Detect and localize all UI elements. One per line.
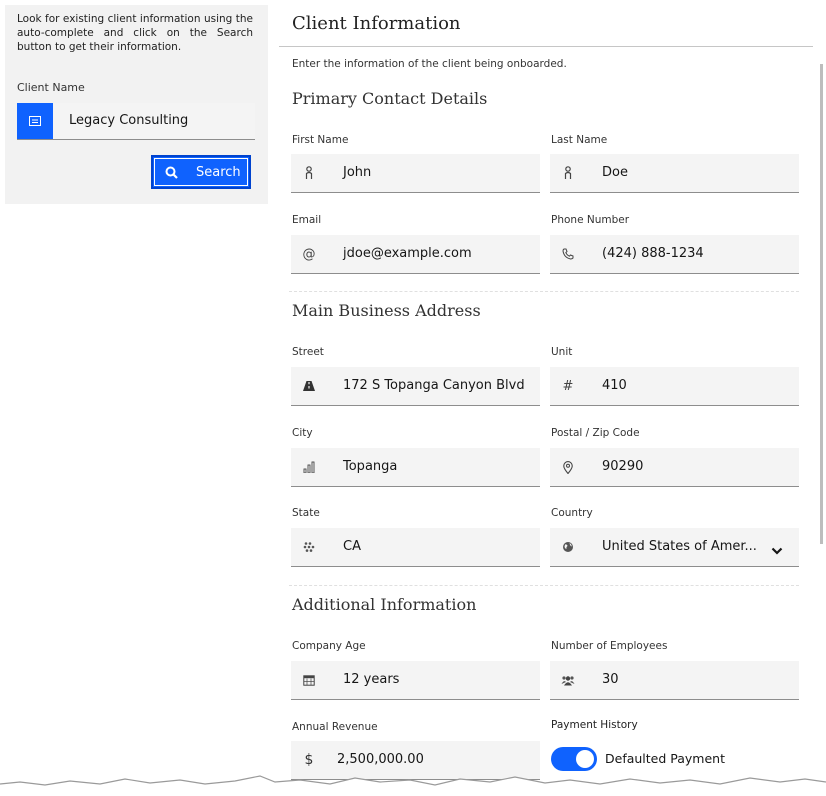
- postal-code-field[interactable]: 90290: [550, 448, 799, 487]
- phone-icon: [550, 235, 586, 273]
- client-name-label: Client Name: [17, 81, 85, 94]
- form-title: Client Information: [292, 13, 461, 34]
- road-icon: [291, 367, 327, 405]
- client-search-panel: Look for existing client information usi…: [5, 5, 268, 204]
- toggle-knob: [576, 750, 594, 768]
- email-field[interactable]: @ jdoe@example.com: [291, 235, 540, 274]
- state-icon: [291, 528, 327, 566]
- section-main-business-address: Main Business Address: [292, 301, 481, 320]
- globe-icon: [550, 528, 586, 566]
- state-label: State: [292, 507, 320, 519]
- client-name-input[interactable]: Legacy Consulting: [17, 103, 255, 140]
- title-divider: [279, 46, 813, 47]
- employees-label: Number of Employees: [551, 640, 668, 652]
- unit-value: 410: [602, 378, 627, 393]
- street-field[interactable]: 172 S Topanga Canyon Blvd: [291, 367, 540, 406]
- scrollbar[interactable]: [820, 64, 823, 544]
- section-primary-contact: Primary Contact Details: [292, 89, 488, 108]
- users-icon: [550, 661, 586, 699]
- email-label: Email: [292, 214, 322, 226]
- client-name-value: Legacy Consulting: [69, 113, 189, 128]
- unit-label: Unit: [551, 346, 573, 358]
- street-label: Street: [292, 346, 324, 358]
- search-button[interactable]: Search: [151, 155, 251, 189]
- hash-icon: #: [562, 378, 574, 394]
- defaulted-payment-label: Defaulted Payment: [605, 751, 725, 766]
- phone-value: (424) 888-1234: [602, 246, 704, 261]
- country-label: Country: [551, 507, 593, 519]
- first-name-label: First Name: [292, 134, 349, 146]
- payment-history-label: Payment History: [551, 719, 638, 731]
- employees-value: 30: [602, 672, 619, 687]
- section-divider: [289, 585, 799, 586]
- postal-code-value: 90290: [602, 459, 644, 474]
- city-value: Topanga: [343, 459, 398, 474]
- section-divider: [289, 291, 799, 292]
- postal-code-label: Postal / Zip Code: [551, 427, 640, 439]
- id-card-icon: [17, 103, 53, 139]
- country-select[interactable]: United States of Amer...: [550, 528, 799, 567]
- location-pin-icon: [550, 448, 586, 486]
- calendar-icon: [291, 661, 327, 699]
- employees-field[interactable]: 30: [550, 661, 799, 700]
- street-value: 172 S Topanga Canyon Blvd: [343, 378, 525, 393]
- last-name-value: Doe: [602, 165, 628, 180]
- at-icon: @: [302, 246, 316, 262]
- state-field[interactable]: CA: [291, 528, 540, 567]
- first-name-field[interactable]: John: [291, 154, 540, 193]
- chevron-down-icon: [771, 541, 783, 560]
- email-value: jdoe@example.com: [343, 246, 472, 261]
- country-value: United States of Amer...: [602, 539, 757, 554]
- search-button-label: Search: [196, 164, 241, 180]
- company-age-value: 12 years: [343, 672, 400, 687]
- section-additional-information: Additional Information: [292, 595, 477, 614]
- torn-edge: [0, 775, 826, 796]
- defaulted-payment-toggle[interactable]: [551, 747, 597, 771]
- person-icon: [291, 154, 327, 192]
- annual-revenue-label: Annual Revenue: [292, 721, 378, 733]
- last-name-field[interactable]: Doe: [550, 154, 799, 193]
- form-description: Enter the information of the client bein…: [292, 58, 567, 70]
- first-name-value: John: [343, 165, 372, 180]
- search-hint: Look for existing client information usi…: [17, 13, 253, 53]
- last-name-label: Last Name: [551, 134, 608, 146]
- search-icon: [165, 166, 178, 179]
- phone-label: Phone Number: [551, 214, 630, 226]
- person-icon: [550, 154, 586, 192]
- company-age-label: Company Age: [292, 640, 366, 652]
- phone-field[interactable]: (424) 888-1234: [550, 235, 799, 274]
- state-value: CA: [343, 539, 361, 554]
- city-field[interactable]: Topanga: [291, 448, 540, 487]
- company-age-field[interactable]: 12 years: [291, 661, 540, 700]
- city-icon: [291, 448, 327, 486]
- city-label: City: [292, 427, 313, 439]
- unit-field[interactable]: # 410: [550, 367, 799, 406]
